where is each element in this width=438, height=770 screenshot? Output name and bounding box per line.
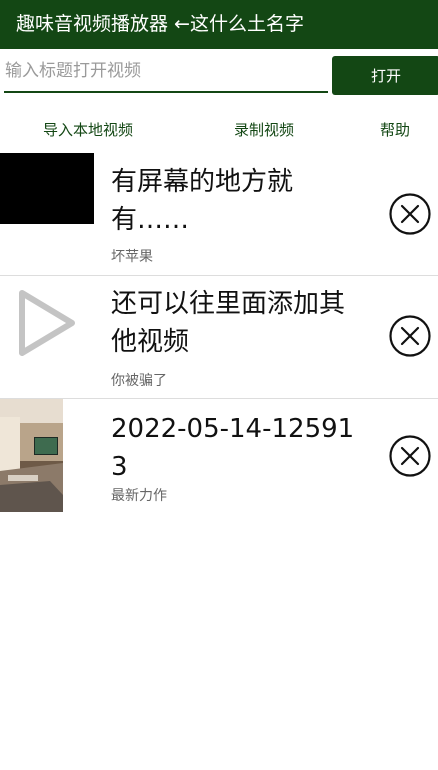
close-circle-icon bbox=[389, 193, 431, 235]
app-title-bar: 趣味音视频播放器 ←这什么土名字 bbox=[0, 0, 438, 49]
video-title: 2022-05-14-125913 bbox=[111, 414, 355, 482]
search-input[interactable] bbox=[4, 57, 328, 93]
video-thumbnail bbox=[0, 399, 63, 512]
video-title: 还可以往里面添加其他视频 bbox=[111, 289, 346, 357]
video-thumbnail bbox=[16, 287, 78, 359]
video-list-item[interactable]: 有屏幕的地方就有…… 坏苹果 bbox=[0, 152, 438, 275]
record-video-button[interactable]: 录制视频 bbox=[234, 119, 294, 140]
video-list-item[interactable]: 2022-05-14-125913 最新力作 bbox=[0, 399, 438, 517]
action-bar: 导入本地视频 录制视频 帮助 bbox=[0, 110, 438, 144]
help-button[interactable]: 帮助 bbox=[380, 119, 410, 140]
play-icon bbox=[19, 290, 75, 356]
open-button[interactable]: 打开 bbox=[332, 56, 438, 95]
video-title: 有屏幕的地方就有…… bbox=[111, 167, 294, 235]
room-photo-thumbnail bbox=[0, 399, 63, 512]
delete-video-button[interactable] bbox=[388, 192, 432, 236]
video-subtitle: 你被骗了 bbox=[111, 373, 167, 389]
video-thumbnail bbox=[0, 153, 94, 224]
delete-video-button[interactable] bbox=[388, 434, 432, 478]
app-title: 趣味音视频播放器 ←这什么土名字 bbox=[16, 13, 304, 35]
search-row: 打开 bbox=[0, 55, 438, 95]
close-circle-icon bbox=[389, 315, 431, 357]
video-list-item[interactable]: 还可以往里面添加其他视频 你被骗了 bbox=[0, 276, 438, 398]
video-subtitle: 最新力作 bbox=[111, 488, 167, 504]
delete-video-button[interactable] bbox=[388, 314, 432, 358]
video-subtitle: 坏苹果 bbox=[111, 249, 153, 265]
app-root: 趣味音视频播放器 ←这什么土名字 打开 导入本地视频 录制视频 帮助 有屏幕的地… bbox=[0, 0, 438, 770]
import-local-video-button[interactable]: 导入本地视频 bbox=[43, 119, 133, 140]
close-circle-icon bbox=[389, 435, 431, 477]
